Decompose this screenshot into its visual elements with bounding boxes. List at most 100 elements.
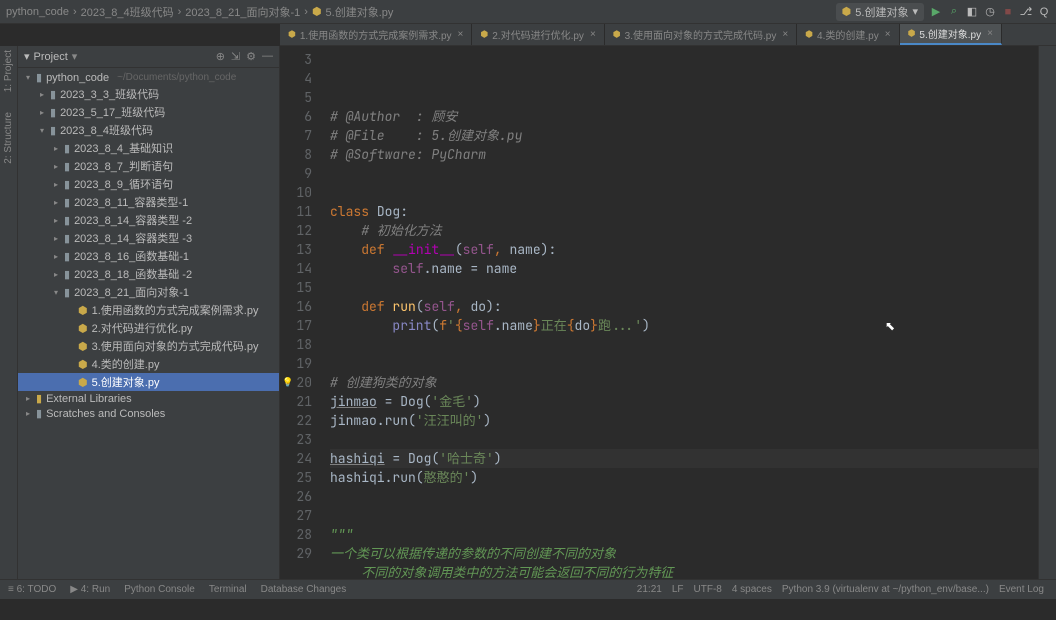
code-line[interactable]	[330, 506, 1038, 525]
line-number[interactable]: 24	[280, 449, 312, 468]
tree-item[interactable]: ⬢5.创建对象.py	[18, 373, 279, 391]
code-line[interactable]: print(f'{self.name}正在{do}跑...')	[330, 316, 1038, 335]
tree-arrow-icon[interactable]: ▾	[24, 73, 32, 82]
line-number[interactable]: 10	[280, 183, 312, 202]
line-number[interactable]: 27	[280, 506, 312, 525]
tree-arrow-icon[interactable]: ▸	[52, 144, 60, 153]
bottom-tool-button[interactable]: ≡ 6: TODO	[8, 584, 56, 595]
code-line[interactable]: class Dog:	[330, 202, 1038, 221]
code-line[interactable]	[330, 183, 1038, 202]
bottom-tool-button[interactable]: ▶ 4: Run	[70, 584, 110, 595]
line-number[interactable]: 26	[280, 487, 312, 506]
status-item[interactable]: UTF-8	[694, 584, 722, 595]
code-line[interactable]: hashiqi = Dog('哈士奇')	[330, 449, 1038, 468]
line-number[interactable]: 23	[280, 430, 312, 449]
chevron-down-icon[interactable]: ▾	[72, 50, 78, 63]
line-number[interactable]: 19	[280, 354, 312, 373]
tree-item[interactable]: ▸▮2023_3_3_班级代码	[18, 85, 279, 103]
status-item[interactable]: 21:21	[637, 584, 662, 595]
line-number[interactable]: 29	[280, 544, 312, 563]
tree-item[interactable]: ▸▮2023_8_16_函数基础-1	[18, 247, 279, 265]
line-number[interactable]: 8	[280, 145, 312, 164]
line-number[interactable]: 3	[280, 50, 312, 69]
code-line[interactable]	[330, 278, 1038, 297]
code-line[interactable]: # 创建狗类的对象	[330, 373, 1038, 392]
status-item[interactable]: 4 spaces	[732, 584, 772, 595]
tree-item[interactable]: ⬢3.使用面向对象的方式完成代码.py	[18, 337, 279, 355]
line-number[interactable]: 20💡	[280, 373, 312, 392]
debug-button[interactable]: ⌕	[948, 6, 960, 18]
code-line[interactable]	[330, 164, 1038, 183]
line-number[interactable]: 28	[280, 525, 312, 544]
line-number[interactable]: 6	[280, 107, 312, 126]
line-number[interactable]: 15	[280, 278, 312, 297]
code-line[interactable]	[330, 430, 1038, 449]
code-line[interactable]: jinmao = Dog('金毛')	[330, 392, 1038, 411]
tree-arrow-icon[interactable]: ▸	[52, 270, 60, 279]
close-icon[interactable]: ×	[458, 29, 464, 40]
breadcrumb-item[interactable]: 5.创建对象.py	[326, 4, 394, 20]
tree-item[interactable]: ▾▮2023_8_4班级代码	[18, 121, 279, 139]
breadcrumb-item[interactable]: python_code	[6, 6, 69, 18]
tree-item[interactable]: ⬢1.使用函数的方式完成案例需求.py	[18, 301, 279, 319]
tree-arrow-icon[interactable]: ▸	[38, 90, 46, 99]
warning-icon[interactable]: 💡	[282, 373, 293, 392]
stop-button[interactable]: ■	[1002, 6, 1014, 18]
tree-arrow-icon[interactable]: ▸	[52, 162, 60, 171]
editor-tab[interactable]: ⬢5.创建对象.py×	[900, 24, 1002, 45]
tree-item[interactable]: ⬢4.类的创建.py	[18, 355, 279, 373]
breadcrumb-item[interactable]: 2023_8_4班级代码	[81, 4, 174, 20]
code-area[interactable]: ⬉ # @Author : 顾安# @File : 5.创建对象.py# @So…	[320, 46, 1038, 579]
tree-arrow-icon[interactable]: ▸	[52, 216, 60, 225]
tree-arrow-icon[interactable]: ▸	[52, 198, 60, 207]
code-line[interactable]: # @File : 5.创建对象.py	[330, 126, 1038, 145]
code-line[interactable]: def __init__(self, name):	[330, 240, 1038, 259]
line-number[interactable]: 18	[280, 335, 312, 354]
project-tree[interactable]: ▾▮python_code~/Documents/python_code▸▮20…	[18, 68, 279, 579]
tree-item[interactable]: ▸▮2023_5_17_班级代码	[18, 103, 279, 121]
bottom-tool-button[interactable]: Database Changes	[261, 584, 347, 595]
editor-tab[interactable]: ⬢4.类的创建.py×	[797, 24, 899, 45]
close-icon[interactable]: ×	[987, 28, 993, 39]
line-number[interactable]: 21	[280, 392, 312, 411]
gear-icon[interactable]: ⚙	[246, 50, 256, 63]
code-line[interactable]	[330, 335, 1038, 354]
close-icon[interactable]: ×	[885, 29, 891, 40]
tree-item[interactable]: ▸▮2023_8_4_基础知识	[18, 139, 279, 157]
tree-arrow-icon[interactable]: ▸	[52, 234, 60, 243]
tree-arrow-icon[interactable]: ▸	[24, 409, 32, 418]
profiler-button[interactable]: ◷	[984, 6, 996, 18]
line-number[interactable]: 9	[280, 164, 312, 183]
breadcrumb-item[interactable]: 2023_8_21_面向对象-1	[185, 4, 300, 20]
tree-arrow-icon[interactable]: ▾	[52, 288, 60, 297]
code-line[interactable]: # @Author : 顾安	[330, 107, 1038, 126]
line-number[interactable]: 5	[280, 88, 312, 107]
code-line[interactable]: jinmao.run('汪汪叫的')	[330, 411, 1038, 430]
line-number[interactable]: 25	[280, 468, 312, 487]
run-button[interactable]: ▶	[930, 6, 942, 18]
tree-arrow-icon[interactable]: ▸	[52, 252, 60, 261]
code-line[interactable]: # @Software: PyCharm	[330, 145, 1038, 164]
code-line[interactable]: """	[330, 525, 1038, 544]
tree-arrow-icon[interactable]: ▸	[24, 394, 32, 403]
tree-item[interactable]: ▾▮python_code~/Documents/python_code	[18, 70, 279, 85]
tree-item[interactable]: ▸▮2023_8_9_循环语句	[18, 175, 279, 193]
line-number[interactable]: 17	[280, 316, 312, 335]
bottom-tool-button[interactable]: Terminal	[209, 584, 247, 595]
line-number[interactable]: 13	[280, 240, 312, 259]
bottom-tool-button[interactable]: Python Console	[124, 584, 195, 595]
code-line[interactable]: # 初始化方法	[330, 221, 1038, 240]
project-panel-chevron[interactable]: ▾	[24, 50, 30, 63]
tree-arrow-icon[interactable]: ▾	[38, 126, 46, 135]
code-line[interactable]	[330, 601, 1038, 620]
search-icon[interactable]: Q	[1038, 6, 1050, 18]
code-line[interactable]: hashiqi.run(憨憨的')	[330, 468, 1038, 487]
code-line[interactable]: self.name = name	[330, 259, 1038, 278]
scroll-from-source-icon[interactable]: ⊕	[216, 50, 225, 63]
line-number[interactable]: 4	[280, 69, 312, 88]
breadcrumb[interactable]: python_code› 2023_8_4班级代码› 2023_8_21_面向对…	[6, 4, 393, 20]
line-number[interactable]: 7	[280, 126, 312, 145]
tree-item[interactable]: ⬢2.对代码进行优化.py	[18, 319, 279, 337]
tree-item[interactable]: ▸▮2023_8_14_容器类型 -3	[18, 229, 279, 247]
close-icon[interactable]: ×	[590, 29, 596, 40]
